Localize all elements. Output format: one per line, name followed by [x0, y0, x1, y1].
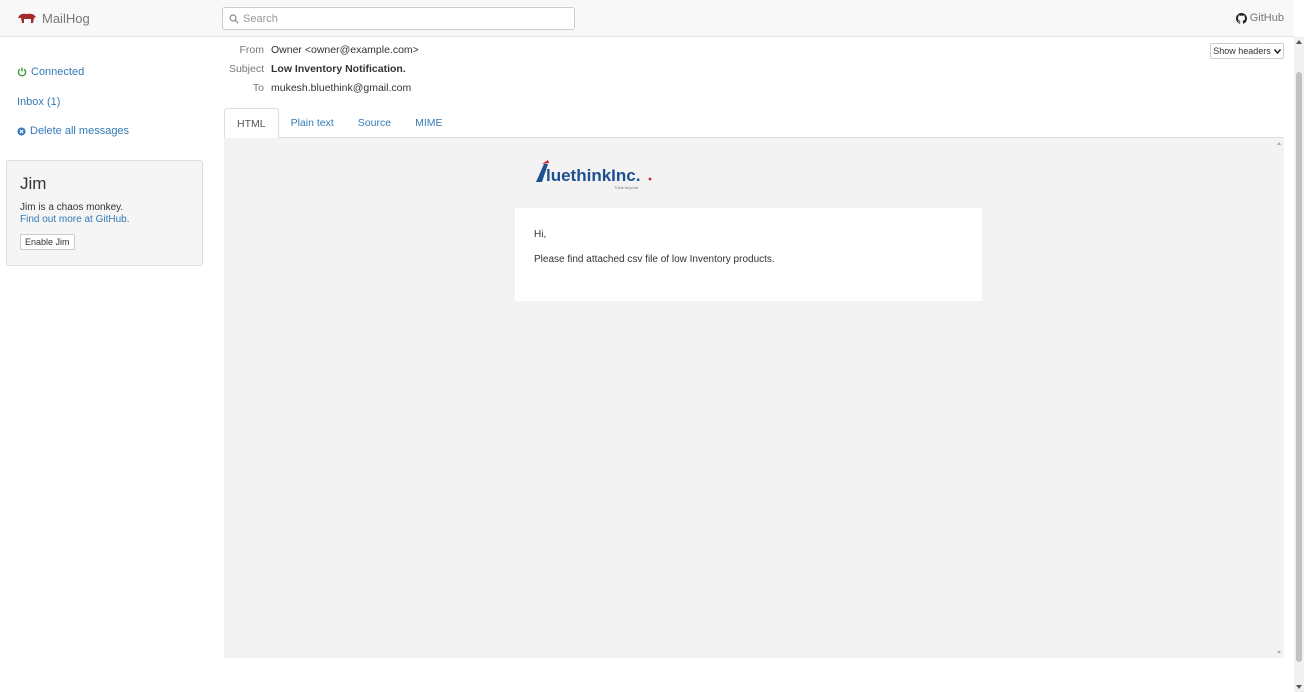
from-value: Owner <owner@example.com> — [271, 44, 419, 56]
jim-title: Jim — [20, 174, 47, 193]
hog-icon — [18, 13, 36, 23]
page-scrollbar-thumb[interactable] — [1296, 72, 1302, 662]
power-icon — [17, 67, 27, 77]
jim-github-link[interactable]: Find out more at GitHub. — [20, 214, 189, 226]
tab-mime[interactable]: MIME — [403, 108, 454, 138]
enable-jim-button[interactable]: Enable Jim — [20, 234, 75, 250]
logo-tagline: Think beyond — [614, 185, 639, 190]
delete-all-label: Delete all messages — [30, 125, 130, 137]
page-scroll-down-arrow[interactable] — [1296, 685, 1302, 689]
github-label: GitHub — [1249, 12, 1284, 24]
email-card: Hi, Please find attached csv file of low… — [515, 208, 982, 301]
connected-label: Connected — [31, 66, 85, 78]
tab-source[interactable]: Source — [346, 108, 403, 138]
message-body-frame[interactable]: luethinkInc. Think beyond Hi, Please fin… — [224, 138, 1284, 658]
brand-name: MailHog — [42, 11, 90, 26]
message-headers: From Owner <owner@example.com> Subject L… — [222, 44, 419, 101]
top-navbar: MailHog GitHub — [0, 0, 1294, 37]
github-link[interactable]: GitHub — [1235, 12, 1284, 24]
show-headers-label: Show headers — [1213, 46, 1271, 56]
subject-row: Subject Low Inventory Notification. — [222, 63, 419, 82]
search-icon — [229, 13, 239, 24]
page-scroll-up-arrow[interactable] — [1296, 40, 1302, 44]
message-tabs: HTML Plain text Source MIME — [224, 108, 1284, 139]
tab-plain-text[interactable]: Plain text — [279, 108, 346, 138]
frame-scrollbar[interactable] — [1274, 138, 1284, 658]
email-greeting: Hi, — [534, 229, 547, 240]
delete-circle-icon — [17, 126, 26, 136]
chevron-down-icon — [1273, 48, 1281, 54]
inbox-label: Inbox (1) — [17, 96, 61, 108]
email-text: Please find attached csv file of low Inv… — [534, 254, 775, 265]
search-input[interactable] — [243, 12, 563, 25]
from-label: From — [239, 44, 265, 56]
delete-all-messages-link[interactable]: Delete all messages — [17, 125, 129, 137]
bluethink-logo: luethinkInc. Think beyond — [536, 160, 652, 190]
github-icon — [1235, 12, 1247, 24]
subject-label: Subject — [228, 63, 264, 75]
brand-link[interactable]: MailHog — [17, 11, 90, 26]
to-label: To — [252, 82, 264, 94]
tab-html[interactable]: HTML — [224, 108, 279, 139]
to-row: To mukesh.bluethink@gmail.com — [222, 82, 419, 101]
frame-scroll-up-arrow[interactable] — [1277, 142, 1281, 145]
connection-status: Connected — [17, 66, 84, 78]
logo-text: luethinkInc. — [546, 166, 640, 185]
jim-panel: Jim Jim is a chaos monkey. Find out more… — [6, 160, 203, 266]
subject-value: Low Inventory Notification. — [271, 63, 406, 75]
to-value: mukesh.bluethink@gmail.com — [271, 82, 412, 94]
search-box[interactable] — [222, 7, 575, 30]
jim-description: Jim is a chaos monkey. — [20, 202, 124, 213]
show-headers-button[interactable]: Show headers — [1210, 43, 1284, 59]
frame-scroll-down-arrow[interactable] — [1277, 651, 1281, 654]
inbox-link[interactable]: Inbox (1) — [17, 96, 60, 108]
from-row: From Owner <owner@example.com> — [222, 44, 419, 63]
